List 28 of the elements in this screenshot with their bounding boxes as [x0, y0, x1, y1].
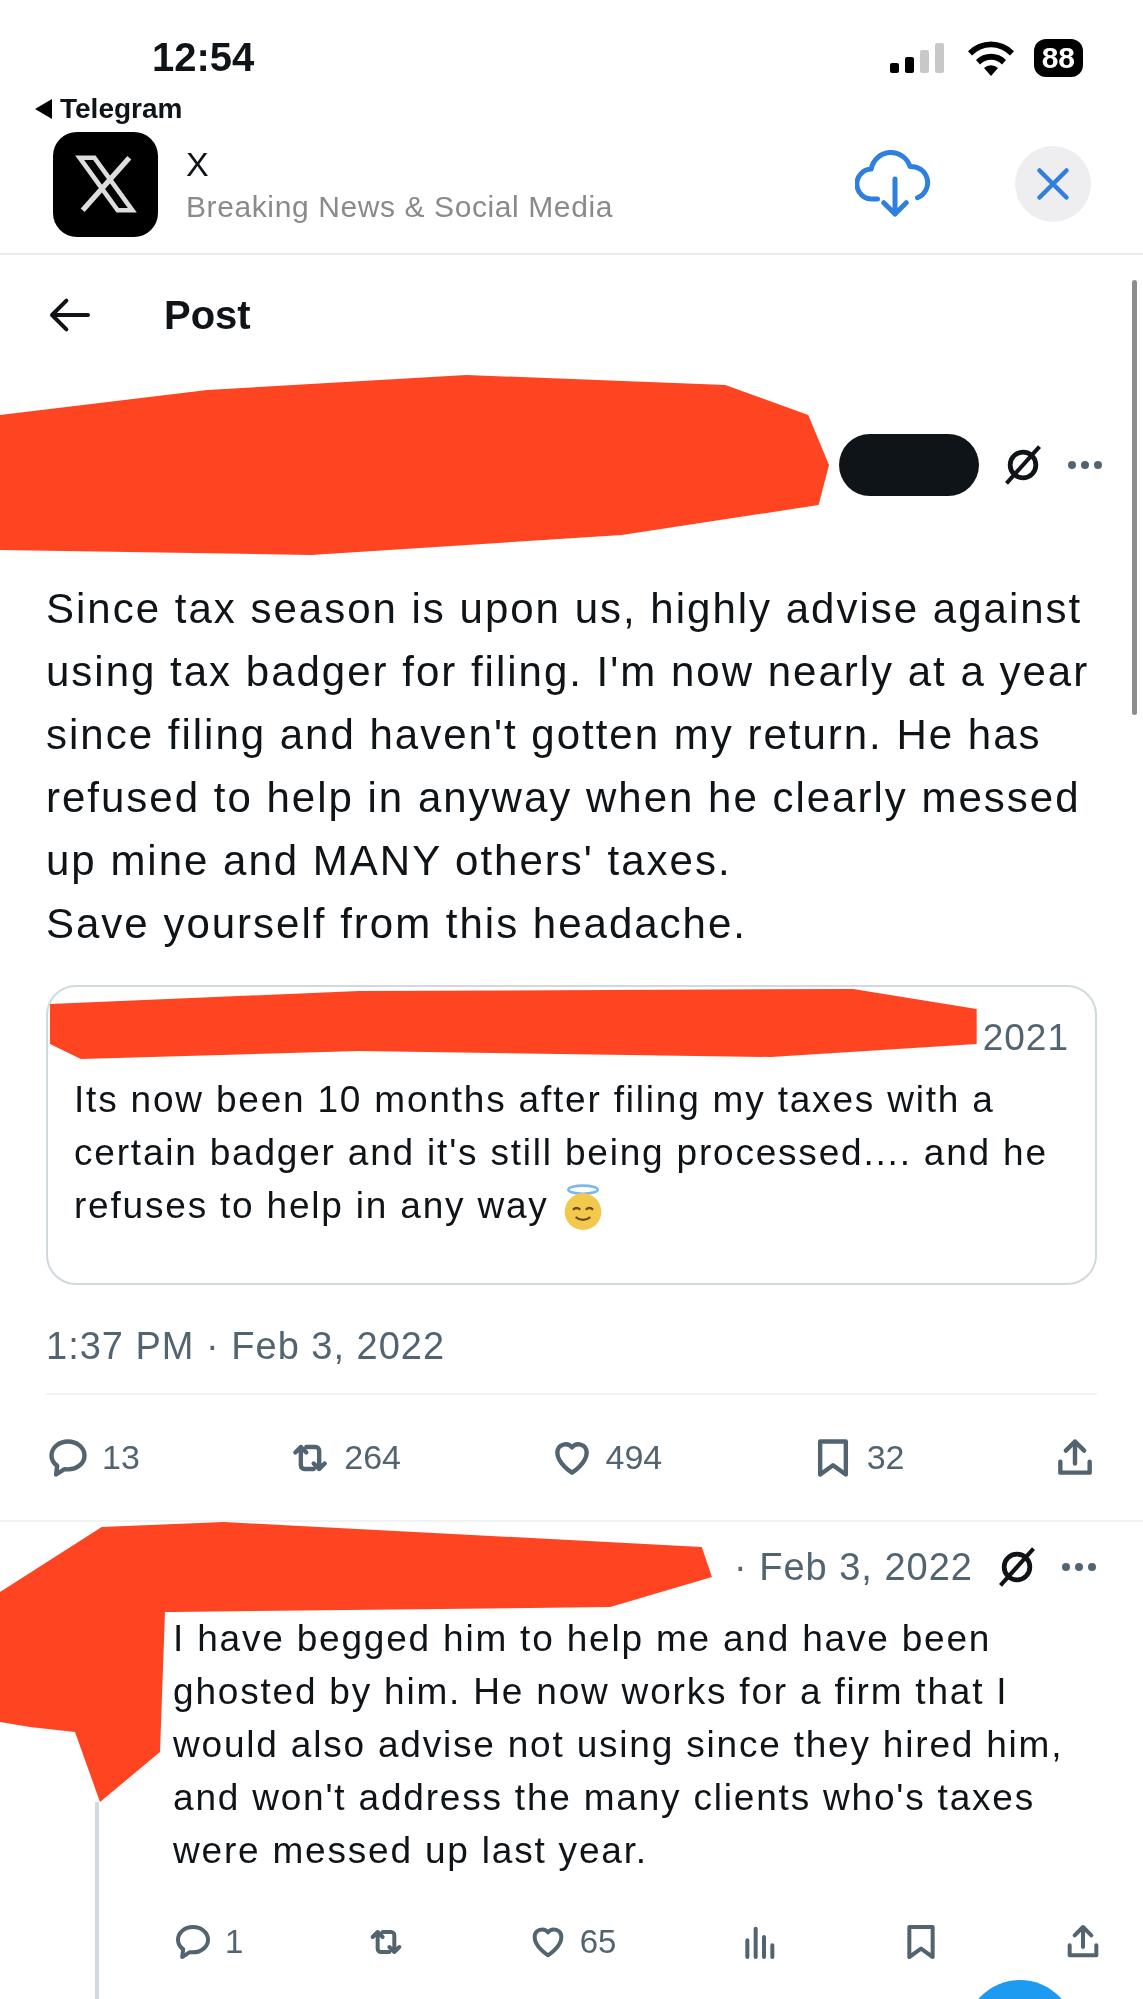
close-icon: [1035, 166, 1071, 202]
more-icon[interactable]: [1067, 460, 1103, 470]
app-logo-icon: [53, 131, 158, 237]
scrollbar[interactable]: [1132, 280, 1137, 715]
back-arrow-icon[interactable]: [48, 297, 92, 333]
like-button[interactable]: 65: [527, 1922, 617, 1962]
page-title: Post: [164, 292, 251, 338]
reply-button[interactable]: 1: [173, 1922, 244, 1962]
reply-date: · Feb 3, 2022: [733, 1545, 973, 1589]
quoted-post-text: Its now been 10 months after filing my taxes with a certain badger and it's still being processed.... and he refuses to help in any way: [74, 1073, 1069, 1233]
quoted-post-card[interactable]: 2021 Its now been 10 months after filing my taxes with a certain badger and it's still being processed.... and he refuses to help in any way: [46, 985, 1097, 1285]
like-button[interactable]: 494: [549, 1435, 663, 1480]
post-text: Since tax season is upon us, highly advise against using tax badger for filing. I'm now nearly at a year since filing and haven't gotten my return. He has refused to help in anyway when he clearly messed up mine and MANY others' taxes. Save yourself from this headache.: [46, 584, 1091, 949]
quoted-post-date: 2021: [982, 1017, 1069, 1059]
back-triangle-icon[interactable]: [34, 98, 54, 120]
app-subtitle: Breaking News & Social Media: [186, 189, 614, 224]
bookmark-button[interactable]: 32: [810, 1435, 905, 1480]
app-name: X: [186, 144, 210, 184]
reply-text: I have begged him to help me and have been ghosted by him. He now works for a firm that I would also advise not using since they hired him, and won't address the many clients who's taxes were messed up last year.: [173, 1617, 1065, 1873]
post-timestamp: 1:37 PM · Feb 3, 2022: [46, 1325, 447, 1369]
battery-level: 88: [1033, 38, 1083, 77]
reply-button[interactable]: 13: [46, 1435, 140, 1480]
more-icon[interactable]: [1061, 1562, 1097, 1572]
reply-icon: [173, 1922, 213, 1962]
back-to-app-link[interactable]: Telegram: [60, 93, 183, 125]
status-time: 12:54: [152, 35, 255, 80]
repost-button[interactable]: 264: [288, 1435, 402, 1480]
wifi-icon: [965, 39, 1016, 76]
